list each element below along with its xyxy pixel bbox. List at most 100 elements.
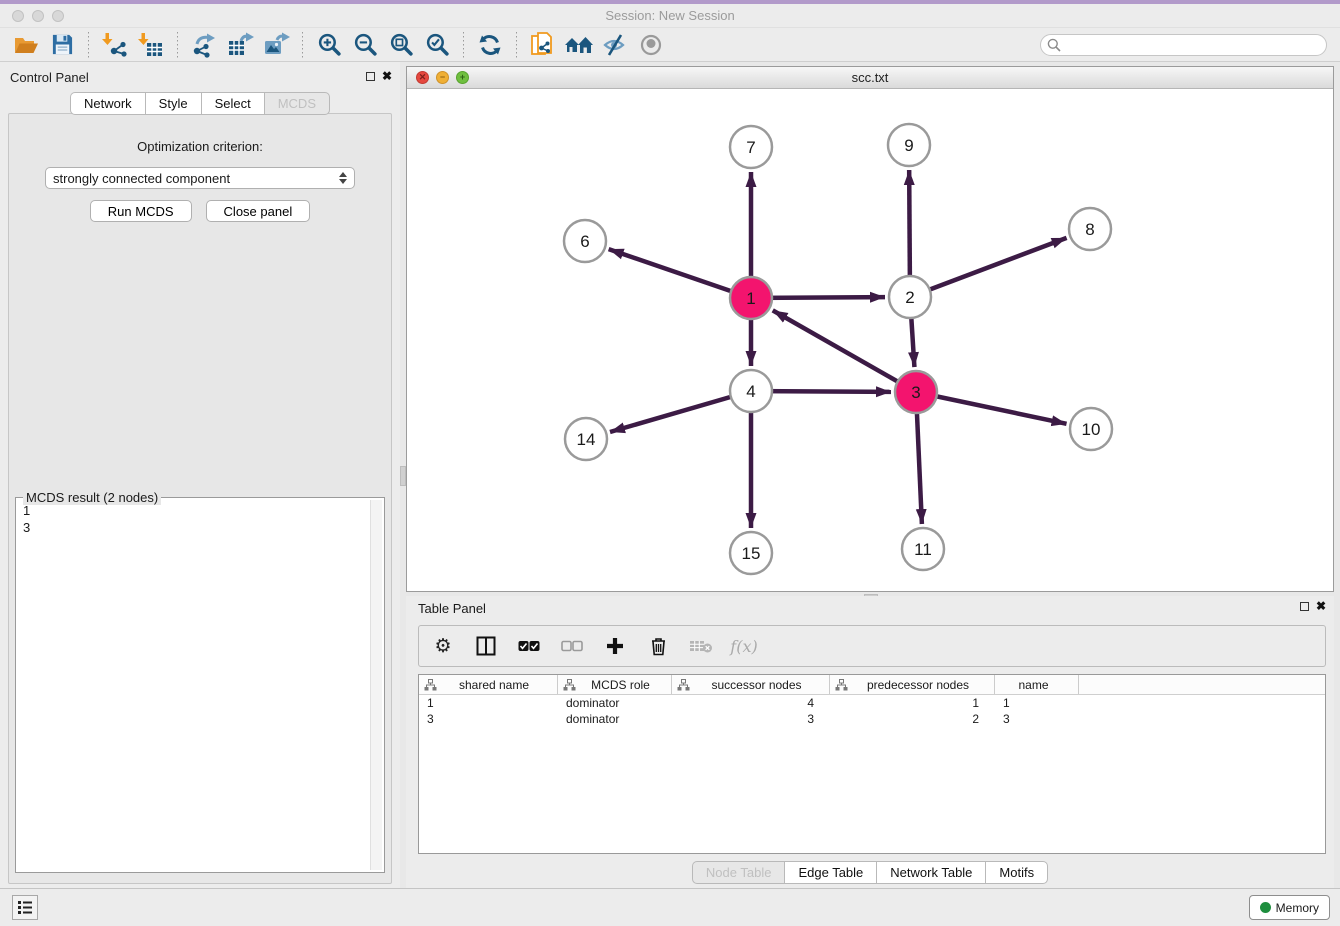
tab-select[interactable]: Select [201,92,264,115]
tab-style[interactable]: Style [145,92,201,115]
export-network-icon [191,32,218,58]
save-icon [51,33,74,56]
mcds-panel: Optimization criterion: strongly connect… [8,113,392,884]
delete-table-button[interactable] [689,632,713,660]
first-neighbors-button[interactable] [561,30,597,60]
refresh-icon [478,33,502,57]
zoom-window-button[interactable] [52,10,64,22]
memory-label: Memory [1276,901,1319,915]
column-header-shared-name[interactable]: shared name [419,675,558,694]
app-titlebar: Session: New Session [0,4,1340,28]
control-panel-title: Control Panel [10,70,89,85]
table-cell: 3 [672,711,830,727]
tab-edge-table[interactable]: Edge Table [784,861,876,884]
tab-mcds[interactable]: MCDS [264,92,330,115]
network-view-window: ✕ − + scc.txt 7968124310141511 [406,66,1334,592]
network-window-title: scc.txt [407,67,1333,88]
export-network-button[interactable] [186,30,222,60]
network-maximize-button[interactable]: + [456,71,469,84]
hide-graphics-details-button[interactable] [597,30,633,60]
open-session-button[interactable] [8,30,44,60]
delete-column-button[interactable] [646,632,670,660]
network-close-button[interactable]: ✕ [416,71,429,84]
tab-network-table[interactable]: Network Table [876,861,985,884]
deselect-all-button[interactable] [560,632,584,660]
close-window-button[interactable] [12,10,24,22]
export-image-button[interactable] [258,30,294,60]
save-session-button[interactable] [44,30,80,60]
houses-icon [564,34,594,56]
optimization-criterion-select[interactable]: strongly connected component [45,167,355,189]
status-bar: Memory [0,888,1340,926]
function-builder-button[interactable]: f(x) [732,632,756,660]
graph-node-label: 11 [914,540,932,559]
zoom-fit-icon [389,32,414,57]
create-column-button[interactable] [603,632,627,660]
search-input[interactable] [1040,34,1327,56]
table-panel: Table Panel ✖ ⚙ [406,596,1334,888]
mcds-result-list[interactable]: 1 3 [18,500,368,870]
graph-node-label: 14 [577,430,596,449]
table-row[interactable]: 3dominator323 [419,711,1325,727]
close-table-panel-icon[interactable]: ✖ [1316,601,1326,612]
show-graphics-details-button[interactable] [633,30,669,60]
memory-button[interactable]: Memory [1249,895,1330,920]
column-type-icon [835,679,848,691]
trash-icon [650,636,667,656]
export-image-icon [263,32,290,58]
mcds-result-box: MCDS result (2 nodes) 1 3 [15,497,385,873]
tab-network[interactable]: Network [70,92,145,115]
export-table-button[interactable] [222,30,258,60]
graph-edge-3-10[interactable] [916,392,1067,424]
close-panel-button[interactable]: Close panel [206,200,311,222]
result-scrollbar[interactable] [370,500,382,870]
control-panel-tabs: NetworkStyleSelectMCDS [0,92,400,115]
export-table-icon [227,32,254,58]
float-table-panel-icon[interactable] [1300,602,1309,611]
graph-edge-3-1[interactable] [773,310,916,392]
table-row[interactable]: 1dominator411 [419,695,1325,711]
eye-icon [638,33,664,57]
column-header-predecessor-nodes[interactable]: predecessor nodes [830,675,995,694]
zoom-selected-button[interactable] [419,30,455,60]
import-table-icon [138,32,164,58]
minimize-window-button[interactable] [32,10,44,22]
apply-layout-button[interactable] [472,30,508,60]
network-canvas[interactable]: 7968124310141511 [407,89,1333,591]
column-header-name[interactable]: name [995,675,1079,694]
graph-node-label: 1 [746,289,755,308]
table-cell: 3 [995,711,1079,727]
run-mcds-button[interactable]: Run MCDS [90,200,192,222]
show-columns-button[interactable] [474,632,498,660]
graph-node-label: 4 [746,382,755,401]
fx-icon: f(x) [730,637,757,656]
table-toolbar: ⚙ [418,625,1326,667]
graph-edge-2-8[interactable] [910,238,1067,297]
import-table-button[interactable] [133,30,169,60]
tab-motifs[interactable]: Motifs [985,861,1048,884]
duplicate-network-button[interactable] [525,30,561,60]
window-controls [12,10,64,22]
task-history-button[interactable] [12,895,38,920]
zoom-fit-button[interactable] [383,30,419,60]
columns-icon [476,636,496,656]
list-icon [17,900,33,915]
graph-node-label: 8 [1085,220,1094,239]
tab-node-table[interactable]: Node Table [692,861,785,884]
float-panel-icon[interactable] [366,72,375,81]
toolbar-separator [463,32,464,58]
import-network-button[interactable] [97,30,133,60]
table-settings-button[interactable]: ⚙ [431,632,455,660]
network-window-titlebar[interactable]: ✕ − + scc.txt [407,67,1333,89]
column-header-mcds-role[interactable]: MCDS role [558,675,672,694]
select-all-button[interactable] [517,632,541,660]
graph-edge-1-6[interactable] [609,249,751,298]
zoom-out-button[interactable] [347,30,383,60]
close-panel-icon[interactable]: ✖ [382,71,392,82]
graph-node-label: 10 [1082,420,1101,439]
column-header-successor-nodes[interactable]: successor nodes [672,675,830,694]
node-table: shared nameMCDS rolesuccessor nodesprede… [418,674,1326,854]
network-minimize-button[interactable]: − [436,71,449,84]
checked-boxes-icon [518,640,540,653]
zoom-in-button[interactable] [311,30,347,60]
